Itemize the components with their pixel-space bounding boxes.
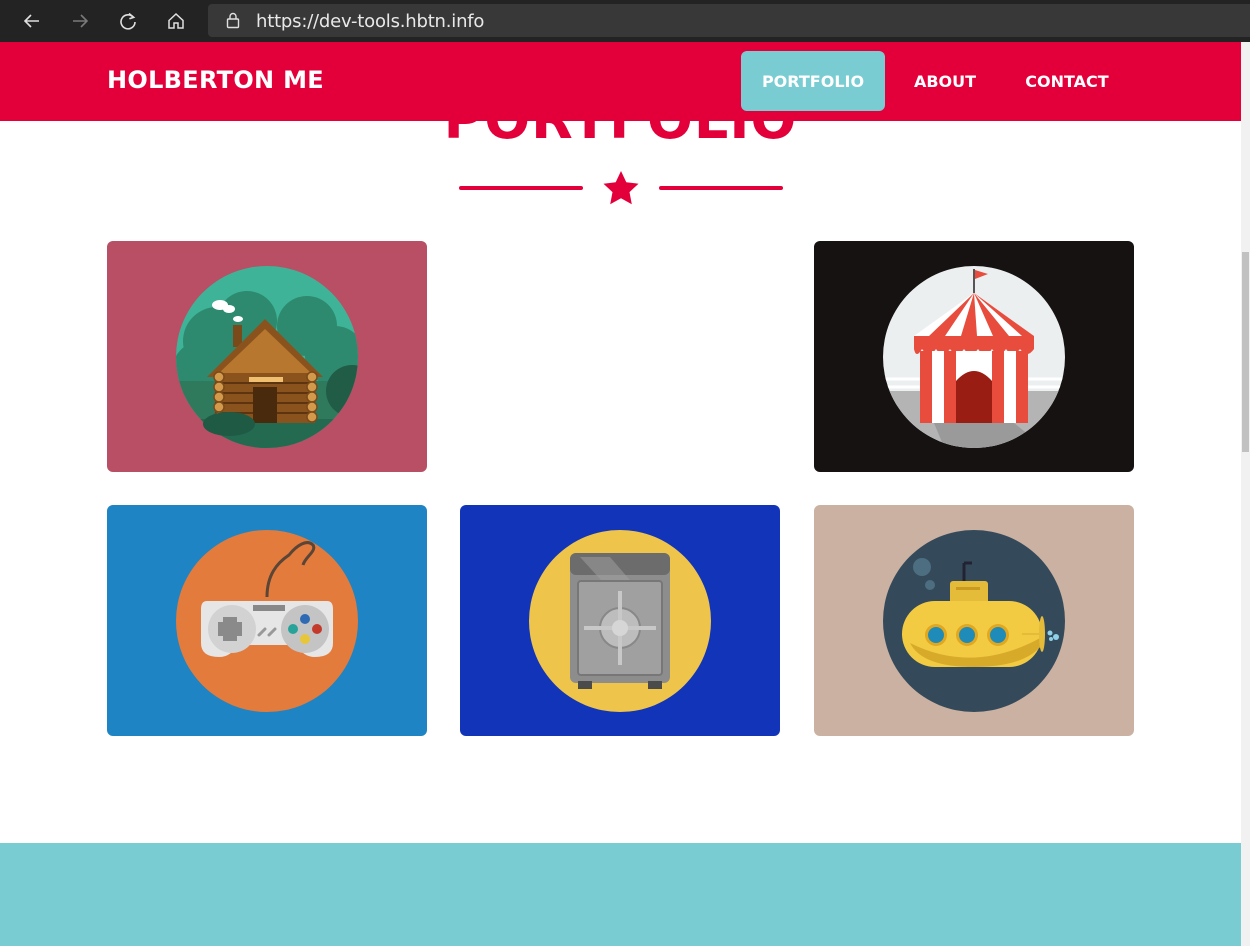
circus-tent-icon — [883, 266, 1065, 448]
portfolio-item-submarine[interactable] — [814, 505, 1134, 736]
divider-line-left — [459, 186, 583, 190]
home-icon — [168, 12, 184, 29]
portfolio-item-cabin[interactable] — [107, 241, 427, 472]
divider-line-right — [659, 186, 783, 190]
title-divider — [459, 170, 783, 210]
nav-about[interactable]: ABOUT — [899, 51, 991, 111]
brand-logo[interactable]: HOLBERTON ME — [107, 66, 324, 94]
game-controller-icon — [176, 530, 358, 712]
footer-band — [0, 843, 1241, 946]
submarine-icon — [883, 530, 1065, 712]
nav-contact[interactable]: CONTACT — [1009, 51, 1125, 111]
log-cabin-icon — [176, 266, 358, 448]
star-icon — [603, 171, 639, 205]
browser-toolbar: https://dev-tools.hbtn.info — [0, 0, 1250, 42]
nav-portfolio[interactable]: PORTFOLIO — [741, 51, 885, 111]
url-text: https://dev-tools.hbtn.info — [256, 11, 484, 32]
portfolio-item-safe[interactable] — [460, 505, 780, 736]
scrollbar-thumb[interactable] — [1242, 252, 1249, 452]
page: PORTFOLIO HOLBERTON ME PORTFOLIO ABOUT C… — [0, 42, 1241, 946]
url-scheme: https:// — [256, 11, 319, 32]
url-host: dev-tools.hbtn.info — [318, 11, 485, 32]
reload-icon — [120, 12, 136, 30]
back-button[interactable] — [18, 7, 46, 35]
portfolio-item-circus[interactable] — [814, 241, 1134, 472]
back-arrow-icon — [23, 14, 39, 28]
forward-arrow-icon — [73, 14, 89, 28]
home-button[interactable] — [162, 7, 190, 35]
reload-button[interactable] — [114, 7, 142, 35]
portfolio-item-game[interactable] — [107, 505, 427, 736]
address-bar[interactable]: https://dev-tools.hbtn.info — [208, 4, 1250, 37]
site-header: HOLBERTON ME PORTFOLIO ABOUT CONTACT — [0, 42, 1241, 121]
lock-icon — [226, 12, 240, 29]
page-scrollbar[interactable] — [1241, 42, 1250, 946]
forward-button[interactable] — [66, 7, 94, 35]
safe-icon — [529, 530, 711, 712]
